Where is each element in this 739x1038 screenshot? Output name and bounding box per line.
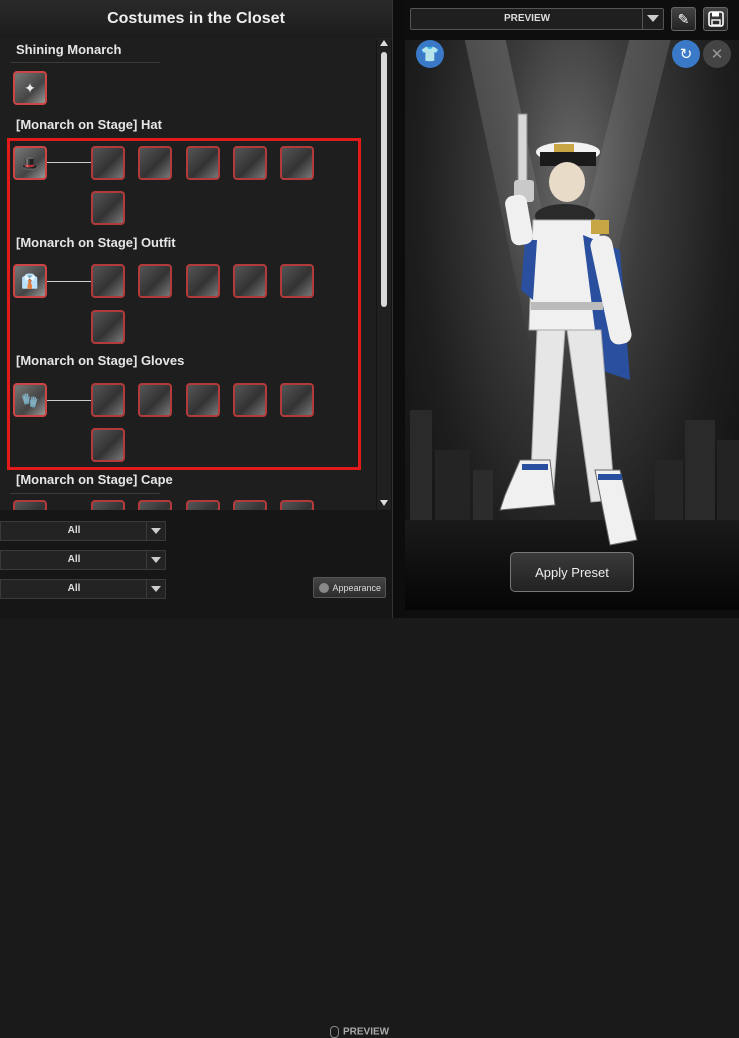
appearance-icon: [319, 583, 329, 593]
preview-panel: PREVIEW ✎ 👕 ↻ ✕ Apply Preset: [405, 0, 739, 618]
character-figure: [499, 113, 638, 546]
outfit-variant-2[interactable]: [138, 264, 172, 298]
filter-dropdown-2[interactable]: All: [0, 550, 166, 570]
preview-toggle-label[interactable]: PREVIEW: [330, 1026, 389, 1038]
chevron-down-icon[interactable]: [642, 9, 663, 29]
hat-variant-4[interactable]: [233, 146, 267, 180]
reset-button[interactable]: ↻: [672, 40, 700, 68]
gloves-variant-6[interactable]: [91, 428, 125, 462]
edit-button[interactable]: ✎: [671, 7, 696, 31]
section-title-shining-monarch: Shining Monarch: [16, 42, 122, 57]
costume-item-shining-monarch[interactable]: ✦: [13, 71, 47, 105]
chevron-down-icon[interactable]: [146, 580, 165, 598]
pencil-icon: ✎: [677, 10, 690, 27]
gloves-variant-4[interactable]: [233, 383, 267, 417]
outfit-variant-5[interactable]: [280, 264, 314, 298]
jacket-icon: 👕: [420, 46, 440, 63]
hide-weapon-button[interactable]: ✕: [703, 40, 731, 68]
scroll-down-icon[interactable]: [380, 500, 388, 506]
section-title-gloves: [Monarch on Stage] Gloves: [16, 353, 185, 368]
cape-variant-4[interactable]: [233, 500, 267, 510]
section-title-hat: [Monarch on Stage] Hat: [16, 117, 162, 132]
hat-variant-2[interactable]: [138, 146, 172, 180]
hide-icon: ✕: [710, 46, 724, 63]
glove-icon: 🧤: [21, 391, 39, 408]
cape-variant-5[interactable]: [280, 500, 314, 510]
save-button[interactable]: [703, 7, 728, 31]
chevron-down-icon[interactable]: [146, 551, 165, 569]
variant-connector: [47, 400, 91, 401]
gloves-variant-1[interactable]: [91, 383, 125, 417]
section-divider: [10, 493, 160, 494]
filter-area: PREVIEW All n All All: [0, 510, 392, 1038]
preview-dropdown[interactable]: PREVIEW: [410, 8, 664, 30]
section-title-cape: [Monarch on Stage] Cape: [16, 472, 173, 487]
section-divider: [10, 62, 160, 63]
outfit-toggle-button[interactable]: 👕: [416, 40, 444, 68]
variant-connector: [47, 281, 91, 282]
scroll-up-icon[interactable]: [380, 40, 388, 46]
hat-variant-1[interactable]: [91, 146, 125, 180]
list-scrollbar[interactable]: [377, 38, 391, 510]
costume-thumb-icon: ✦: [24, 79, 36, 96]
gloves-variant-3[interactable]: [186, 383, 220, 417]
hat-icon: 🎩: [21, 154, 39, 171]
outfit-variant-4[interactable]: [233, 264, 267, 298]
hat-variant-3[interactable]: [186, 146, 220, 180]
rotate-icon: ↻: [679, 46, 693, 63]
variant-connector: [47, 162, 91, 163]
scroll-thumb[interactable]: [381, 52, 387, 307]
appearance-button[interactable]: Appearance: [313, 577, 386, 598]
mouse-icon: [330, 1026, 339, 1038]
character-stage[interactable]: 👕 ↻ ✕: [405, 40, 739, 610]
outfit-variant-3[interactable]: [186, 264, 220, 298]
panel-divider: [392, 0, 406, 618]
gloves-main-item[interactable]: 🧤: [13, 383, 47, 417]
section-title-outfit: [Monarch on Stage] Outfit: [16, 235, 176, 250]
floppy-disk-icon: [707, 11, 724, 27]
chevron-down-icon[interactable]: [146, 522, 165, 540]
outfit-icon: 👔: [21, 272, 39, 289]
outfit-variant-1[interactable]: [91, 264, 125, 298]
filter-value: All: [67, 525, 81, 536]
gloves-variant-5[interactable]: [280, 383, 314, 417]
filter-value: All: [67, 583, 81, 594]
gloves-variant-2[interactable]: [138, 383, 172, 417]
preview-dropdown-value: PREVIEW: [503, 13, 551, 24]
apply-preset-button[interactable]: Apply Preset: [510, 552, 634, 592]
hat-variant-5[interactable]: [280, 146, 314, 180]
cape-variant-1[interactable]: [91, 500, 125, 510]
costume-list[interactable]: Shining Monarch ✦ [Monarch on Stage] Hat…: [0, 38, 376, 510]
outfit-variant-6[interactable]: [91, 310, 125, 344]
panel-title: Costumes in the Closet: [0, 0, 392, 39]
filter-dropdown-3[interactable]: All: [0, 579, 166, 599]
outfit-main-item[interactable]: 👔: [13, 264, 47, 298]
closet-panel: Costumes in the Closet Shining Monarch ✦…: [0, 0, 392, 1038]
filter-dropdown-1[interactable]: All: [0, 521, 166, 541]
cape-variant-2[interactable]: [138, 500, 172, 510]
filter-value: All: [67, 554, 81, 565]
cape-variant-3[interactable]: [186, 500, 220, 510]
cape-main-item[interactable]: [13, 500, 47, 510]
hat-variant-6[interactable]: [91, 191, 125, 225]
hat-main-item[interactable]: 🎩: [13, 146, 47, 180]
